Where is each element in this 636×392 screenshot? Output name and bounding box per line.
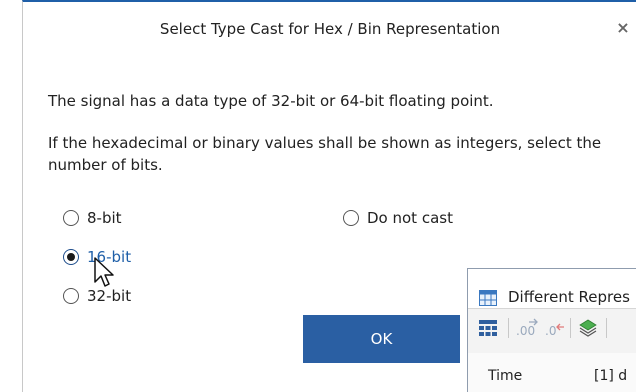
dialog-title: Select Type Cast for Hex / Bin Represent… [159, 20, 501, 38]
decimal-places-decrease-icon[interactable]: .0 [544, 318, 566, 338]
toolbar-separator [606, 318, 607, 338]
screen: Select Type Cast for Hex / Bin Represent… [0, 0, 636, 392]
background-window-title: Different Repres [508, 288, 630, 306]
radio-button-icon[interactable] [63, 288, 79, 304]
message-instructions: If the hexadecimal or binary values shal… [48, 134, 602, 174]
background-window[interactable]: Different Repres .00 .0 Time [1] d [467, 268, 636, 392]
background-window-toolbar: .00 .0 [468, 310, 636, 344]
ok-button[interactable]: OK [303, 315, 460, 363]
decimal-places-increase-icon[interactable]: .00 [515, 318, 541, 338]
toolbar-separator [570, 318, 571, 338]
svg-text:.0: .0 [545, 324, 556, 338]
radio-8-bit[interactable]: 8-bit [63, 209, 122, 227]
radio-button-icon[interactable] [343, 210, 359, 226]
radio-label[interactable]: Do not cast [367, 209, 453, 227]
close-icon[interactable]: × [612, 18, 634, 40]
radio-do-not-cast[interactable]: Do not cast [343, 209, 453, 227]
table-window-icon [479, 290, 497, 306]
radio-label[interactable]: 8-bit [87, 209, 122, 227]
layers-icon[interactable] [578, 318, 598, 338]
grid-header: Time [1] d [468, 353, 636, 392]
mouse-pointer-icon [94, 257, 114, 287]
radio-button-icon[interactable] [63, 210, 79, 226]
message-data-type: The signal has a data type of 32-bit or … [48, 92, 494, 110]
radio-button-selected-icon[interactable] [63, 249, 79, 265]
column-header-signal[interactable]: [1] d [594, 368, 627, 384]
table-icon[interactable] [478, 318, 498, 338]
column-header-time[interactable]: Time [488, 368, 522, 384]
svg-text:.00: .00 [516, 324, 535, 338]
background-window-titlebar[interactable]: Different Repres [468, 269, 636, 309]
toolbar-separator [508, 318, 509, 338]
